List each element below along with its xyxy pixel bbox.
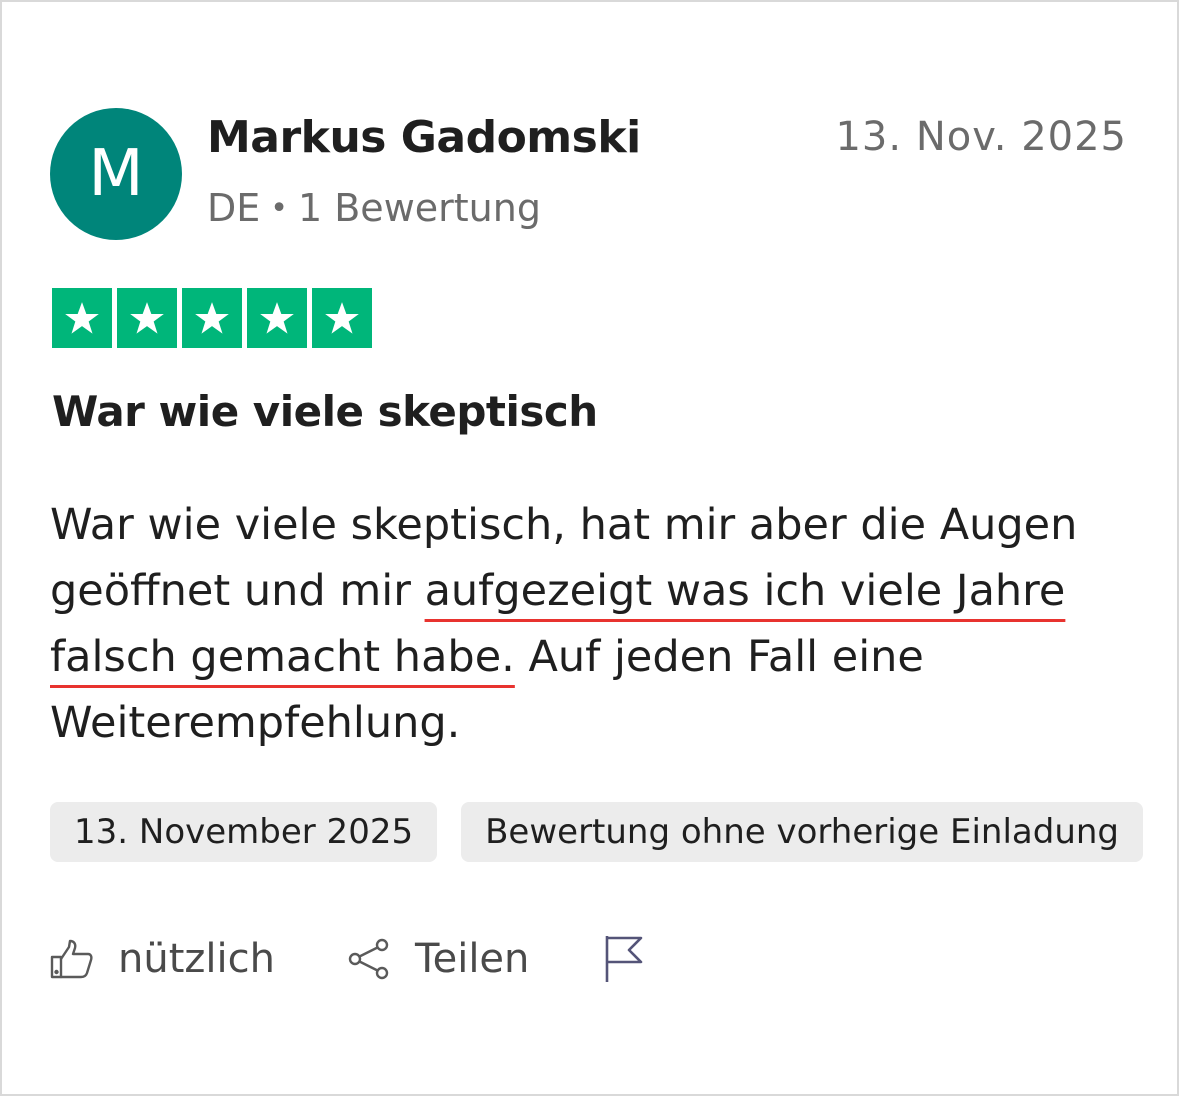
- highlighted-text: aufgezeigt was ich viele Jahre: [424, 566, 1066, 616]
- review-tags: 13. November 2025 Bewertung ohne vorherig…: [50, 802, 1144, 862]
- thumbs-up-icon: [50, 939, 94, 979]
- avatar[interactable]: M: [50, 108, 182, 240]
- body-text-segment: Auf jeden Fall eine: [514, 632, 924, 682]
- review-body: War wie viele skeptisch, hat mir aber di…: [50, 492, 1130, 756]
- highlighted-text: falsch gemacht habe.: [50, 632, 515, 682]
- author-review-count: 1 Bewertung: [297, 186, 541, 230]
- useful-label: nützlich: [118, 936, 275, 982]
- author-country: DE: [207, 186, 261, 230]
- review-body-line: Weiterempfehlung.: [50, 690, 1130, 756]
- star-icon: [117, 288, 177, 348]
- author-meta: DE • 1 Bewertung: [207, 186, 541, 230]
- share-button[interactable]: Teilen: [347, 936, 529, 982]
- share-icon: [347, 937, 391, 981]
- body-text-segment: Weiterempfehlung.: [50, 698, 461, 748]
- body-text-segment: War wie viele skeptisch, hat mir aber di…: [50, 500, 1078, 550]
- review-body-line: War wie viele skeptisch, hat mir aber di…: [50, 492, 1130, 558]
- star-icon: [182, 288, 242, 348]
- body-text-segment: geöffnet und mir: [50, 566, 425, 616]
- review-date: 13. Nov. 2025: [835, 114, 1127, 160]
- star-icon: [52, 288, 112, 348]
- useful-button[interactable]: nützlich: [50, 936, 275, 982]
- author-name[interactable]: Markus Gadomski: [207, 112, 641, 163]
- experience-date-tag: 13. November 2025: [50, 802, 438, 862]
- share-label: Teilen: [414, 936, 530, 982]
- report-button[interactable]: [601, 934, 645, 984]
- star-rating: [52, 288, 372, 348]
- avatar-initial: M: [88, 137, 144, 211]
- star-icon: [312, 288, 372, 348]
- verification-tag[interactable]: Bewertung ohne vorherige Einladung: [461, 802, 1144, 862]
- star-icon: [247, 288, 307, 348]
- flag-icon: [601, 934, 645, 984]
- review-title: War wie viele skeptisch: [52, 387, 598, 436]
- review-actions: nützlich Teilen: [50, 934, 717, 984]
- meta-separator: •: [270, 190, 288, 226]
- review-card: M Markus Gadomski DE • 1 Bewertung 13. N…: [0, 0, 1179, 1096]
- review-body-line: geöffnet und mir aufgezeigt was ich viel…: [50, 558, 1130, 624]
- review-body-line: falsch gemacht habe. Auf jeden Fall eine: [50, 624, 1130, 690]
